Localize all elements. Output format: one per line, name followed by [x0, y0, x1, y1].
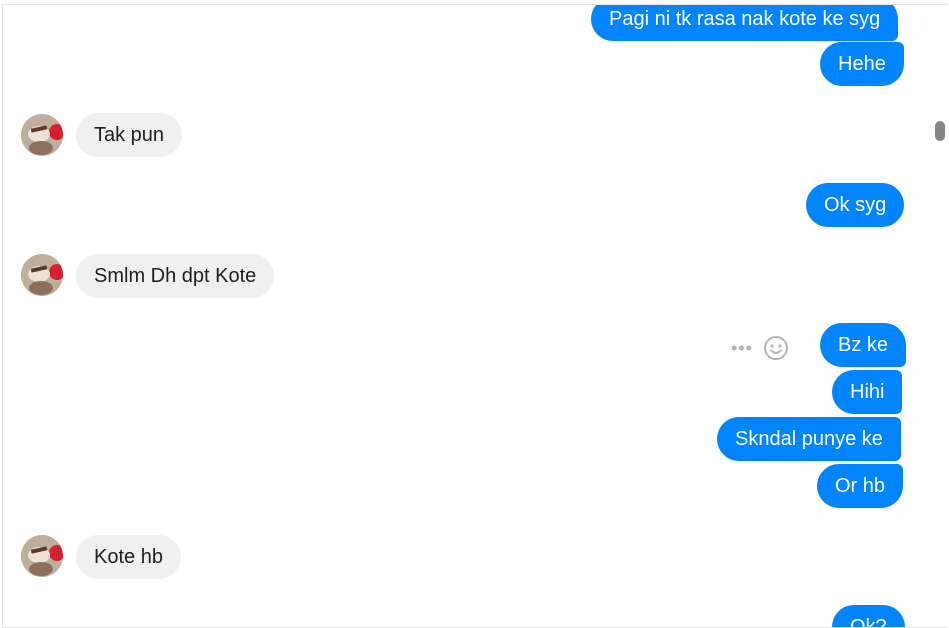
contact-avatar[interactable] — [21, 535, 63, 577]
message-bubble-outgoing[interactable]: Hehe — [820, 42, 904, 86]
message-bubble-outgoing[interactable]: Ok syg — [806, 183, 905, 227]
message-actions: ••• — [731, 331, 789, 365]
message-bubble-outgoing[interactable]: Skndal punye ke — [717, 417, 901, 461]
more-options-icon[interactable]: ••• — [731, 338, 753, 359]
message-bubble-outgoing[interactable]: Bz ke — [820, 323, 907, 367]
scrollbar-thumb[interactable] — [935, 121, 945, 141]
avatar-image — [21, 254, 63, 296]
message-bubble-outgoing[interactable]: Ok? — [832, 605, 905, 627]
avatar-image — [21, 535, 63, 577]
message-bubble-outgoing[interactable]: Hihi — [832, 370, 903, 414]
avatar-image — [21, 114, 63, 156]
message-bubble-outgoing[interactable]: Pagi ni tk rasa nak kote ke syg — [591, 5, 899, 41]
chat-thread: Pagi ni tk rasa nak kote ke syg Hehe Tak… — [2, 4, 948, 628]
contact-avatar[interactable] — [21, 114, 63, 156]
message-bubble-incoming[interactable]: Tak pun — [76, 113, 183, 157]
message-bubble-incoming[interactable]: Kote hb — [76, 535, 181, 579]
message-bubble-incoming[interactable]: Smlm Dh dpt Kote — [76, 254, 275, 298]
contact-avatar[interactable] — [21, 254, 63, 296]
message-bubble-outgoing[interactable]: Or hb — [817, 464, 904, 508]
emoji-reaction-icon[interactable] — [763, 335, 789, 361]
